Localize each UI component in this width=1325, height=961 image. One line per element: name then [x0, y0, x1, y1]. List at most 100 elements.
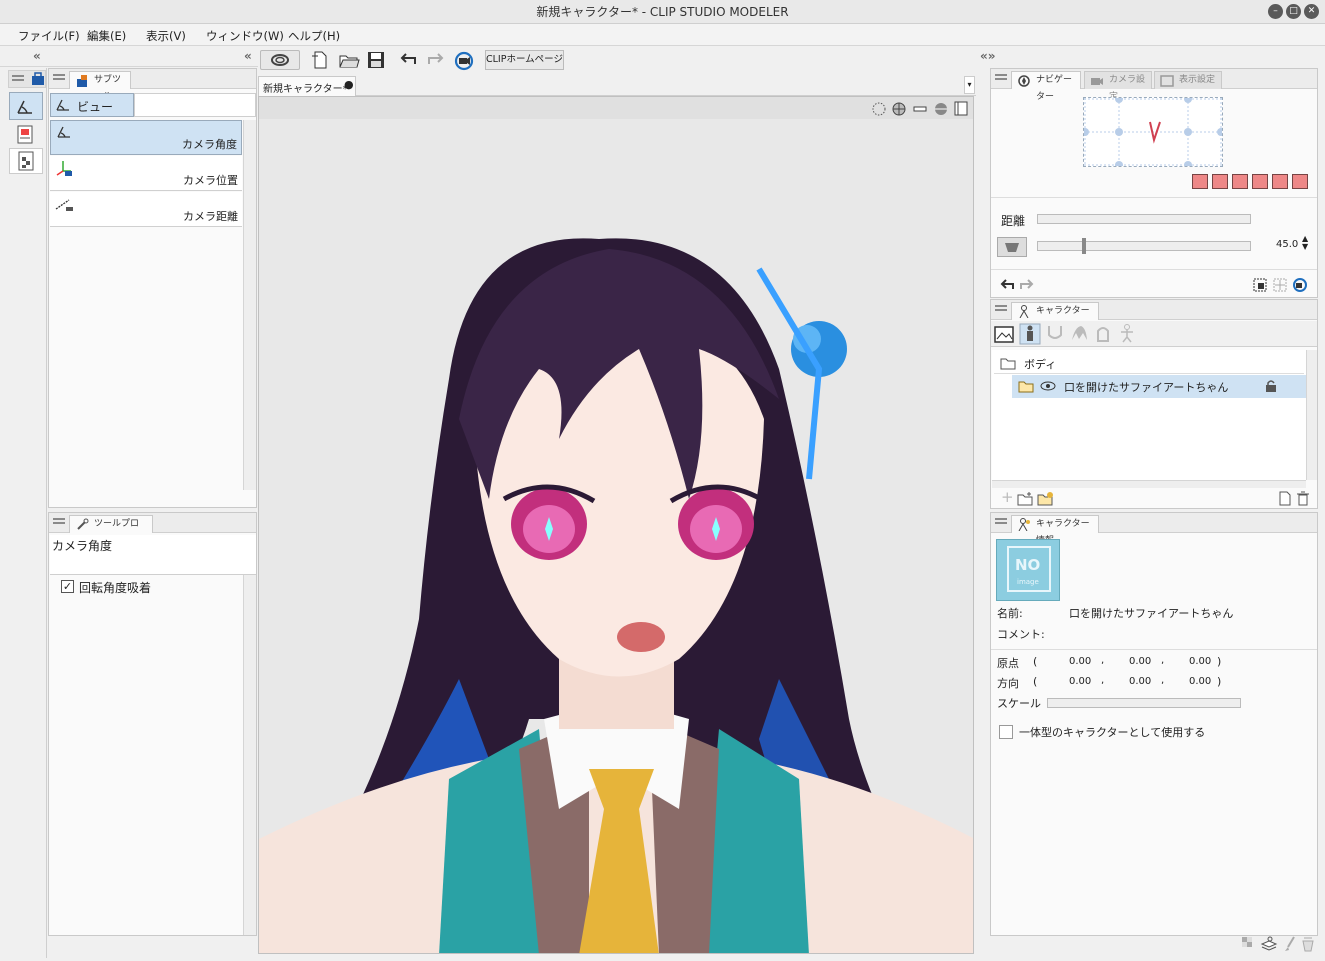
view-front-icon[interactable]: [1192, 174, 1208, 189]
new-folder-icon[interactable]: [1017, 491, 1035, 506]
subtool-group-view[interactable]: ビュー: [50, 93, 134, 117]
menu-window[interactable]: ウィンドウ(W): [206, 28, 284, 44]
redo-icon[interactable]: [1017, 277, 1035, 293]
view-left-icon[interactable]: [1232, 174, 1248, 189]
tool-pose-button[interactable]: [9, 122, 43, 148]
import-folder-icon[interactable]: [1037, 491, 1055, 506]
reset-camera-icon[interactable]: [1292, 277, 1308, 293]
costume-icon[interactable]: [1093, 323, 1113, 343]
angle-slider[interactable]: [1037, 238, 1251, 254]
angle-slider-thumb[interactable]: [1082, 238, 1086, 254]
structure-hscrollbar[interactable]: [992, 480, 1306, 488]
brush-icon[interactable]: [1282, 935, 1298, 953]
maximize-icon[interactable]: □: [1286, 4, 1301, 19]
direction-y[interactable]: 0.00: [1129, 676, 1151, 687]
expand-right-icon[interactable]: «»: [980, 49, 996, 63]
eye-icon[interactable]: [1040, 380, 1056, 392]
new-item-icon[interactable]: [1278, 491, 1292, 506]
fit-all-icon[interactable]: [1272, 277, 1288, 293]
tab-character-structure[interactable]: キャラクター構成: [1011, 302, 1099, 333]
scale-slider[interactable]: [1047, 698, 1241, 708]
view-right-icon[interactable]: [1252, 174, 1268, 189]
tab-tool-property[interactable]: ツールプロパティ: [69, 515, 153, 546]
grid-dots-icon[interactable]: [871, 101, 887, 117]
checker-icon[interactable]: [1240, 935, 1256, 951]
panel-menu-icon[interactable]: [995, 518, 1007, 528]
body-icon[interactable]: [1019, 323, 1041, 345]
menu-view[interactable]: 表示(V): [146, 28, 186, 44]
view-top-icon[interactable]: [1272, 174, 1288, 189]
origin-comma: ,: [1101, 655, 1105, 666]
subtool-item-camera-distance[interactable]: カメラ距離: [50, 192, 242, 227]
tool-view-button[interactable]: [9, 92, 43, 120]
trash-icon[interactable]: [1296, 491, 1310, 506]
layer-stack-icon[interactable]: [1260, 935, 1278, 953]
new-file-icon[interactable]: [310, 50, 330, 70]
hair-icon[interactable]: [1069, 323, 1089, 343]
view-back-icon[interactable]: [1212, 174, 1228, 189]
tab-list-dropdown-icon[interactable]: ▾: [964, 76, 975, 94]
origin-x[interactable]: 0.00: [1069, 656, 1091, 667]
perspective-button[interactable]: [997, 237, 1027, 257]
panel-menu-icon[interactable]: [53, 74, 65, 84]
face-icon[interactable]: [1045, 323, 1065, 343]
clip-home-button[interactable]: CLIPホームページ: [485, 50, 564, 70]
menu-edit[interactable]: 編集(E): [87, 28, 126, 44]
tab-subtool[interactable]: サブツール: [69, 71, 131, 102]
angle-spinner-icon[interactable]: ▲ ▼: [1302, 235, 1308, 251]
eraser-icon[interactable]: [1300, 935, 1316, 953]
shaded-sphere-icon[interactable]: [933, 101, 949, 117]
menu-file[interactable]: ファイル(F): [18, 28, 80, 44]
skeleton-icon[interactable]: [1117, 323, 1137, 343]
single-character-checkbox[interactable]: [999, 725, 1013, 739]
save-icon[interactable]: [366, 50, 386, 70]
rotation-snap-checkbox[interactable]: ✓: [61, 580, 74, 593]
tab-close-dot-icon[interactable]: ●: [344, 78, 354, 91]
collapse-left-icon[interactable]: «: [33, 49, 41, 63]
open-folder-icon[interactable]: [338, 50, 360, 70]
panel-menu-icon[interactable]: [53, 518, 65, 528]
menu-help[interactable]: ヘルプ(H): [288, 28, 340, 44]
close-icon[interactable]: ✕: [1304, 4, 1319, 19]
tool-material-button[interactable]: [9, 148, 43, 174]
add-icon[interactable]: +: [1001, 490, 1014, 505]
navigator-preview[interactable]: [1081, 95, 1225, 169]
fit-selection-icon[interactable]: [1252, 277, 1268, 293]
tree-item-body[interactable]: ボディ: [994, 352, 1304, 374]
origin-z[interactable]: 0.00: [1189, 656, 1211, 667]
direction-x[interactable]: 0.00: [1069, 676, 1091, 687]
panel-menu-icon[interactable]: [12, 75, 24, 85]
tool-property-scrollbar[interactable]: [243, 575, 256, 935]
subtool-item-camera-position[interactable]: カメラ位置: [50, 156, 242, 191]
clip-studio-button[interactable]: [260, 50, 300, 70]
tab-character-info[interactable]: キャラクター情報: [1011, 515, 1099, 546]
minimize-icon[interactable]: –: [1268, 4, 1283, 19]
scene-icon[interactable]: [993, 323, 1015, 345]
lock-icon[interactable]: [1264, 379, 1278, 393]
tab-display-settings[interactable]: 表示設定: [1154, 71, 1222, 89]
panel-menu-icon[interactable]: [995, 74, 1007, 84]
panel-menu-icon[interactable]: [995, 305, 1007, 315]
subtool-item-camera-angle[interactable]: カメラ角度: [50, 120, 242, 155]
character-thumbnail[interactable]: NO image: [996, 539, 1060, 601]
light-panel-icon[interactable]: [953, 100, 969, 116]
view-bottom-icon[interactable]: [1292, 174, 1308, 189]
subtool-scrollbar[interactable]: [243, 120, 256, 490]
origin-y[interactable]: 0.00: [1129, 656, 1151, 667]
tree-item-character[interactable]: 口を開けたサファイアートちゃん: [1012, 375, 1306, 398]
tab-navigator[interactable]: ナビゲーター: [1011, 71, 1081, 102]
wireframe-sphere-icon[interactable]: [891, 101, 907, 117]
direction-z[interactable]: 0.00: [1189, 676, 1211, 687]
tab-camera-settings[interactable]: カメラ設定: [1084, 71, 1152, 102]
undo-icon[interactable]: [999, 277, 1017, 293]
redo-icon[interactable]: [424, 50, 446, 70]
structure-scrollbar[interactable]: [1306, 350, 1317, 480]
reset-camera-icon[interactable]: [453, 50, 475, 72]
bone-icon[interactable]: [911, 101, 929, 117]
3d-viewport[interactable]: [258, 96, 974, 954]
document-tab[interactable]: 新規キャラクター* ●: [258, 76, 356, 96]
collapse-left-panel-icon[interactable]: «: [244, 49, 252, 63]
name-value[interactable]: 口を開けたサファイアートちゃん: [1069, 605, 1233, 621]
distance-slider[interactable]: [1037, 214, 1251, 224]
undo-icon[interactable]: [398, 50, 420, 70]
